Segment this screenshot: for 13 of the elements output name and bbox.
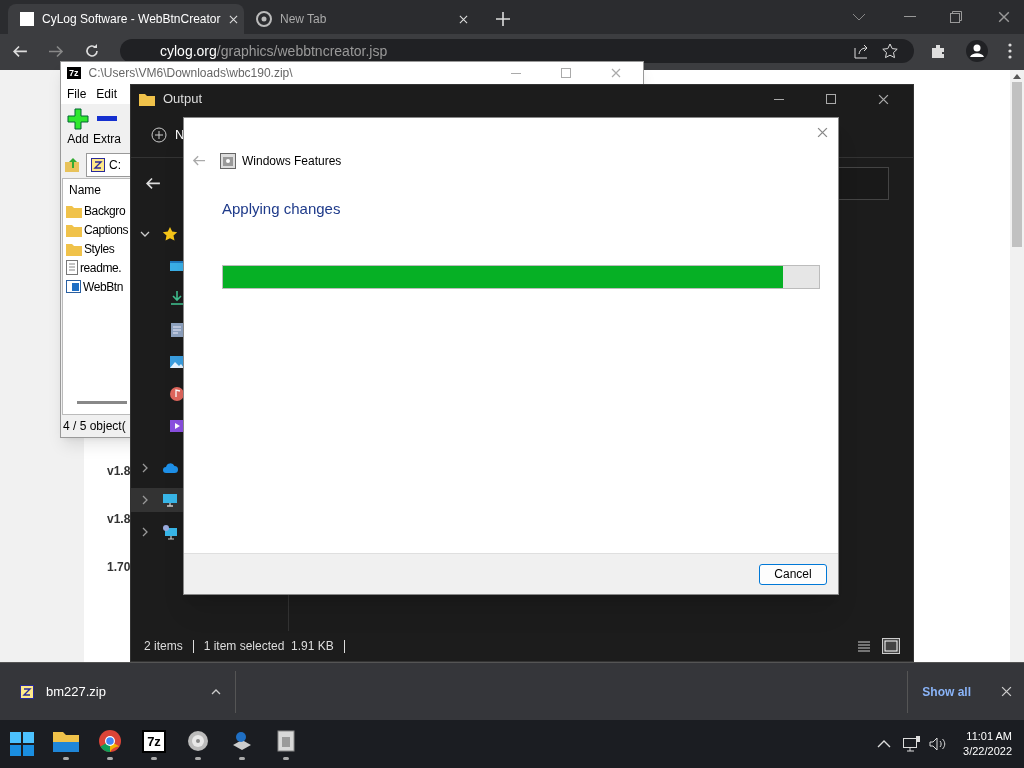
version-label: 1.70	[107, 559, 131, 576]
tab-title: New Tab	[280, 11, 328, 28]
sevenzip-icon: 7z	[67, 67, 81, 79]
window-title: Output	[163, 90, 204, 109]
window-title: C:\Users\VM6\Downloads\wbc190.zip\	[88, 65, 294, 82]
version-label: v1.8	[107, 463, 131, 480]
dialog-heading: Applying changes	[222, 199, 342, 219]
status-text: 2 items	[144, 638, 183, 655]
status-text: 4 / 5 object(	[63, 418, 126, 435]
status-text: 1 item selected 1.91 KB	[203, 638, 334, 655]
dialog-title: Windows Features	[242, 153, 342, 170]
version-label: v1.8	[107, 511, 131, 528]
tab-title: CyLog Software - WebBtnCreator	[42, 11, 221, 28]
